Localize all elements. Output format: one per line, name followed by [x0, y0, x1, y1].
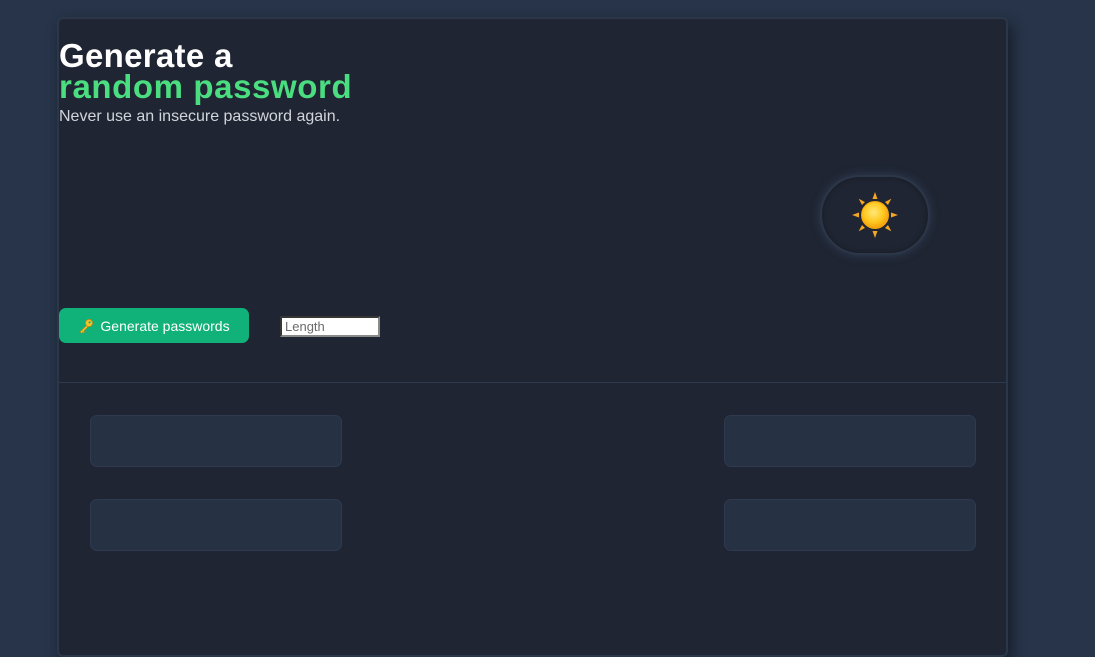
page-title-highlight: random password	[59, 68, 353, 105]
password-output-4[interactable]	[724, 499, 976, 551]
password-output-1[interactable]	[90, 415, 342, 467]
sun-icon	[851, 191, 899, 239]
section-divider	[59, 382, 1006, 383]
page-subtitle: Never use an insecure password again.	[59, 108, 341, 125]
generate-button-label: Generate passwords	[100, 317, 230, 334]
password-generator-card: Generate a random password Never use an …	[57, 17, 1008, 657]
length-input[interactable]	[280, 316, 380, 337]
password-output-2[interactable]	[724, 415, 976, 467]
theme-toggle-button[interactable]	[820, 175, 930, 255]
password-output-3[interactable]	[90, 499, 342, 551]
generate-passwords-button[interactable]: Generate passwords	[59, 308, 249, 343]
key-icon	[78, 318, 94, 334]
